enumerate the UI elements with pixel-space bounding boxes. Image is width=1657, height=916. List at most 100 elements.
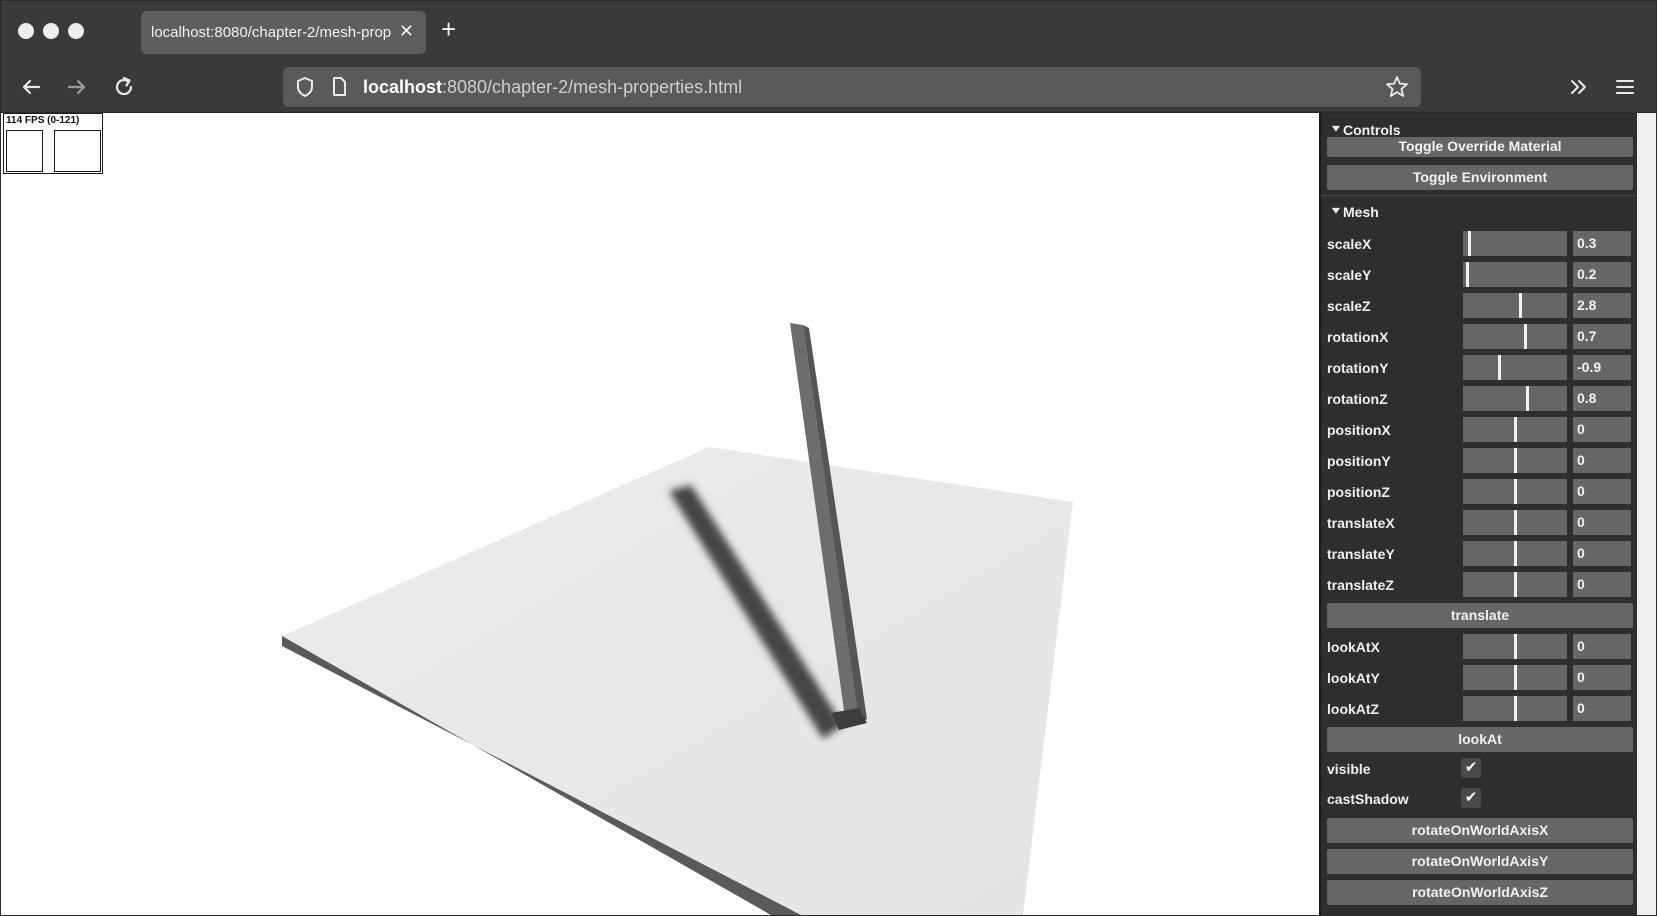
value-input-lookAtZ[interactable]: 0 (1573, 696, 1631, 721)
value-input-scaleY[interactable]: 0.2 (1573, 262, 1631, 287)
slider-track-rotationY[interactable] (1463, 355, 1567, 380)
translate-button[interactable]: translate (1327, 603, 1633, 628)
slider-track-translateZ[interactable] (1463, 572, 1567, 597)
fps-stats-panel[interactable]: 114 FPS (0-121) (3, 113, 103, 174)
slider-knob[interactable] (1498, 355, 1501, 380)
slider-knob[interactable] (1514, 479, 1517, 504)
value-input-translateY[interactable]: 0 (1573, 541, 1631, 566)
zoom-window-dot[interactable] (68, 23, 84, 39)
forward-arrow-icon[interactable] (63, 73, 91, 101)
slider-track-positionX[interactable] (1463, 417, 1567, 442)
slider-knob[interactable] (1468, 231, 1471, 256)
reload-icon[interactable] (110, 73, 138, 101)
checkbox-label: visible (1327, 761, 1371, 777)
slider-knob[interactable] (1524, 324, 1527, 349)
slider-knob[interactable] (1514, 541, 1517, 566)
slider-knob[interactable] (1514, 510, 1517, 535)
slider-track-scaleX[interactable] (1463, 231, 1567, 256)
scene-render (282, 323, 1073, 915)
tab-close-icon[interactable]: ✕ (399, 21, 414, 41)
value-input-rotationX[interactable]: 0.7 (1573, 324, 1631, 349)
page-icon[interactable] (325, 73, 353, 101)
mesh-folder-title[interactable]: ▼ Mesh (1321, 199, 1637, 225)
address-bar[interactable]: localhost:8080/chapter-2/mesh-properties… (283, 67, 1421, 107)
value-input-translateZ[interactable]: 0 (1573, 572, 1631, 597)
browser-tab[interactable]: localhost:8080/chapter-2/mesh-properties… (141, 11, 426, 54)
slider-label: lookAtX (1327, 639, 1380, 655)
slider-track-rotationX[interactable] (1463, 324, 1567, 349)
slider-row-positionY: positionY 0 (1321, 445, 1637, 476)
checkbox-castShadow[interactable]: ✔ (1461, 788, 1481, 808)
slider-label: rotationZ (1327, 391, 1388, 407)
slider-knob[interactable] (1514, 634, 1517, 659)
rotate-on-world-axis-y-button[interactable]: rotateOnWorldAxisY (1327, 849, 1633, 874)
chevron-double-right-icon[interactable] (1565, 73, 1593, 101)
fps-label: 114 FPS (0-121) (6, 115, 80, 126)
value-input-positionZ[interactable]: 0 (1573, 479, 1631, 504)
slider-track-positionZ[interactable] (1463, 479, 1567, 504)
slider-row-positionX: positionX 0 (1321, 414, 1637, 445)
lookat-button[interactable]: lookAt (1327, 727, 1633, 752)
slider-track-rotationZ[interactable] (1463, 386, 1567, 411)
slider-row-lookAtZ: lookAtZ 0 (1321, 693, 1637, 724)
slider-track-lookAtY[interactable] (1463, 665, 1567, 690)
mesh-folder-label: Mesh (1343, 204, 1379, 220)
slider-knob[interactable] (1514, 696, 1517, 721)
value-input-lookAtY[interactable]: 0 (1573, 665, 1631, 690)
slider-label: rotationX (1327, 329, 1389, 345)
slider-row-positionZ: positionZ 0 (1321, 476, 1637, 507)
slider-track-translateX[interactable] (1463, 510, 1567, 535)
value-input-scaleX[interactable]: 0.3 (1573, 231, 1631, 256)
slider-track-translateY[interactable] (1463, 541, 1567, 566)
slider-row-lookAtY: lookAtY 0 (1321, 662, 1637, 693)
hamburger-menu-icon[interactable] (1611, 73, 1639, 101)
value-input-rotationY[interactable]: -0.9 (1573, 355, 1631, 380)
chevron-down-icon: ▼ (1329, 122, 1343, 134)
slider-row-lookAtX: lookAtX 0 (1321, 631, 1637, 662)
slider-row-scaleX: scaleX 0.3 (1321, 228, 1637, 259)
slider-label: positionZ (1327, 484, 1390, 500)
slider-row-translateX: translateX 0 (1321, 507, 1637, 538)
fps-graph-bar (6, 130, 43, 172)
star-icon[interactable] (1383, 73, 1411, 101)
close-window-dot[interactable] (18, 23, 34, 39)
shield-icon[interactable] (291, 73, 319, 101)
slider-track-scaleZ[interactable] (1463, 293, 1567, 318)
webgl-canvas[interactable] (1, 113, 1319, 915)
back-arrow-icon[interactable] (17, 73, 45, 101)
value-input-rotationZ[interactable]: 0.8 (1573, 386, 1631, 411)
minimize-window-dot[interactable] (43, 23, 59, 39)
page-scrollbar[interactable] (1637, 113, 1656, 915)
slider-knob[interactable] (1526, 386, 1529, 411)
slider-knob[interactable] (1514, 417, 1517, 442)
new-tab-button[interactable]: + (441, 15, 456, 43)
slider-label: lookAtZ (1327, 701, 1380, 717)
slider-knob[interactable] (1514, 572, 1517, 597)
slider-label: rotationY (1327, 360, 1389, 376)
slider-knob[interactable] (1514, 448, 1517, 473)
url-text[interactable]: localhost:8080/chapter-2/mesh-properties… (363, 77, 742, 98)
value-input-lookAtX[interactable]: 0 (1573, 634, 1631, 659)
value-input-positionY[interactable]: 0 (1573, 448, 1631, 473)
browser-window: localhost:8080/chapter-2/mesh-properties… (0, 0, 1657, 916)
value-input-positionX[interactable]: 0 (1573, 417, 1631, 442)
rotate-on-world-axis-x-button[interactable]: rotateOnWorldAxisX (1327, 818, 1633, 843)
checkbox-visible[interactable]: ✔ (1461, 758, 1481, 778)
slider-track-lookAtZ[interactable] (1463, 696, 1567, 721)
slider-knob[interactable] (1466, 262, 1469, 287)
slider-knob[interactable] (1514, 665, 1517, 690)
slider-row-translateZ: translateZ 0 (1321, 569, 1637, 600)
slider-row-scaleZ: scaleZ 2.8 (1321, 290, 1637, 321)
slider-track-lookAtX[interactable] (1463, 634, 1567, 659)
slider-label: positionY (1327, 453, 1391, 469)
value-input-translateX[interactable]: 0 (1573, 510, 1631, 535)
rotate-on-world-axis-z-button[interactable]: rotateOnWorldAxisZ (1327, 880, 1633, 905)
value-input-scaleZ[interactable]: 2.8 (1573, 293, 1631, 318)
slider-track-positionY[interactable] (1463, 448, 1567, 473)
toggle-environment-button[interactable]: Toggle Environment (1327, 165, 1633, 190)
slider-track-scaleY[interactable] (1463, 262, 1567, 287)
tab-strip: localhost:8080/chapter-2/mesh-properties… (1, 1, 1656, 61)
slider-label: positionX (1327, 422, 1391, 438)
slider-knob[interactable] (1519, 293, 1522, 318)
toggle-override-material-button[interactable]: Toggle Override Material (1327, 137, 1633, 157)
